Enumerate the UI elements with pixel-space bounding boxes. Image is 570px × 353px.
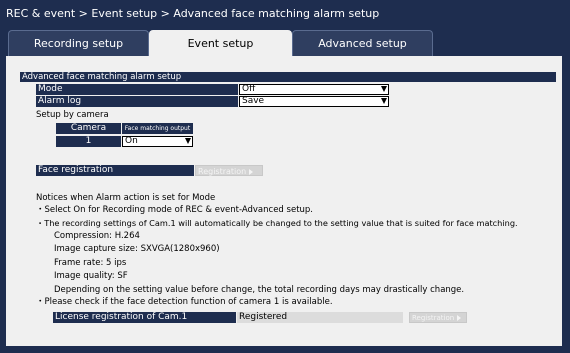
face-matching-output-header: Face matching output: [122, 123, 193, 134]
breadcrumb: REC & event > Event setup > Advanced fac…: [6, 7, 380, 20]
mode-label: Mode: [36, 84, 238, 95]
face-registration-button-label: Registration: [198, 167, 247, 176]
section-title: Advanced face matching alarm setup: [20, 72, 556, 82]
alarm-log-select[interactable]: Save: [239, 96, 389, 107]
settings-panel: Advanced face matching alarm setup Mode …: [6, 56, 562, 346]
face-registration-label: Face registration: [36, 165, 194, 176]
license-registration-button[interactable]: Registration: [409, 312, 467, 323]
tab-advanced-setup[interactable]: Advanced setup: [292, 30, 433, 56]
setup-by-camera-label: Setup by camera: [36, 110, 109, 120]
chevron-down-icon: [381, 86, 387, 92]
play-arrow-icon: [249, 168, 254, 175]
notice-heading: Notices when Alarm action is set for Mod…: [36, 193, 216, 203]
notice-line: ・Please check if the face detection func…: [36, 297, 333, 307]
notice-image-quality: Image quality: SF: [54, 271, 128, 281]
license-status: Registered: [237, 312, 403, 323]
mode-select[interactable]: Off: [239, 84, 389, 95]
camera-column-header: Camera: [56, 123, 121, 134]
play-arrow-icon: [457, 315, 462, 321]
face-registration-button[interactable]: Registration: [195, 165, 263, 176]
tab-event-setup[interactable]: Event setup: [149, 30, 292, 57]
face-matching-output-value: On: [125, 136, 138, 146]
camera-number: 1: [56, 136, 121, 147]
notice-line: ・The recording settings of Cam.1 will au…: [36, 218, 518, 228]
mode-value: Off: [242, 84, 256, 94]
alarm-log-value: Save: [242, 96, 265, 106]
notice-capture-size: Image capture size: SXVGA(1280x960): [54, 244, 220, 254]
chevron-down-icon: [381, 98, 387, 104]
tab-recording-setup[interactable]: Recording setup: [8, 30, 149, 56]
alarm-log-label: Alarm log: [36, 96, 238, 107]
notice-compression: Compression: H.264: [54, 231, 140, 241]
face-matching-output-select[interactable]: On: [122, 136, 193, 147]
notice-line: ・Select On for Recording mode of REC & e…: [36, 205, 314, 215]
notice-line: Depending on the setting value before ch…: [54, 285, 465, 295]
chevron-down-icon: [185, 138, 191, 144]
license-registration-button-label: Registration: [412, 314, 455, 322]
notice-frame-rate: Frame rate: 5 ips: [54, 258, 127, 268]
license-label: License registration of Cam.1: [53, 312, 236, 323]
